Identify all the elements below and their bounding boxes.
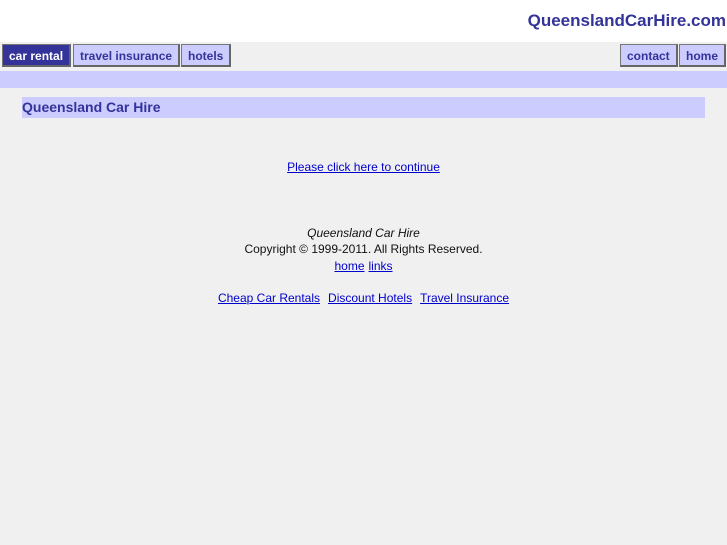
site-title[interactable]: QueenslandCarHire.com [528,11,726,31]
footer-copyright: Copyright © 1999-2011. All Rights Reserv… [244,242,483,256]
footer-home-link[interactable]: home [334,259,364,273]
nav-bar: car rental travel insurance hotels conta… [0,42,727,70]
page-heading-bar: Queensland Car Hire [22,97,705,118]
page-title: Queensland Car Hire [22,99,161,115]
partner-links: Cheap Car Rentals Discount Hotels Travel I… [0,291,727,305]
tab-hotels[interactable]: hotels [181,44,232,67]
continue-section: Please click here to continue [0,160,727,174]
tab-car-rental[interactable]: car rental [2,44,72,67]
header-stripe [0,71,727,88]
travel-insurance-link[interactable]: Travel Insurance [420,291,509,305]
footer-site-name: Queensland Car Hire [307,226,420,240]
tab-home[interactable]: home [679,44,727,67]
continue-link[interactable]: Please click here to continue [287,160,440,174]
footer-links-link[interactable]: links [369,259,393,273]
top-header: QueenslandCarHire.com [0,0,727,42]
cheap-car-rentals-link[interactable]: Cheap Car Rentals [218,291,320,305]
discount-hotels-link[interactable]: Discount Hotels [328,291,412,305]
tab-contact[interactable]: contact [620,44,678,67]
tab-travel-insurance[interactable]: travel insurance [73,44,181,67]
footer-links: home links [0,259,727,273]
